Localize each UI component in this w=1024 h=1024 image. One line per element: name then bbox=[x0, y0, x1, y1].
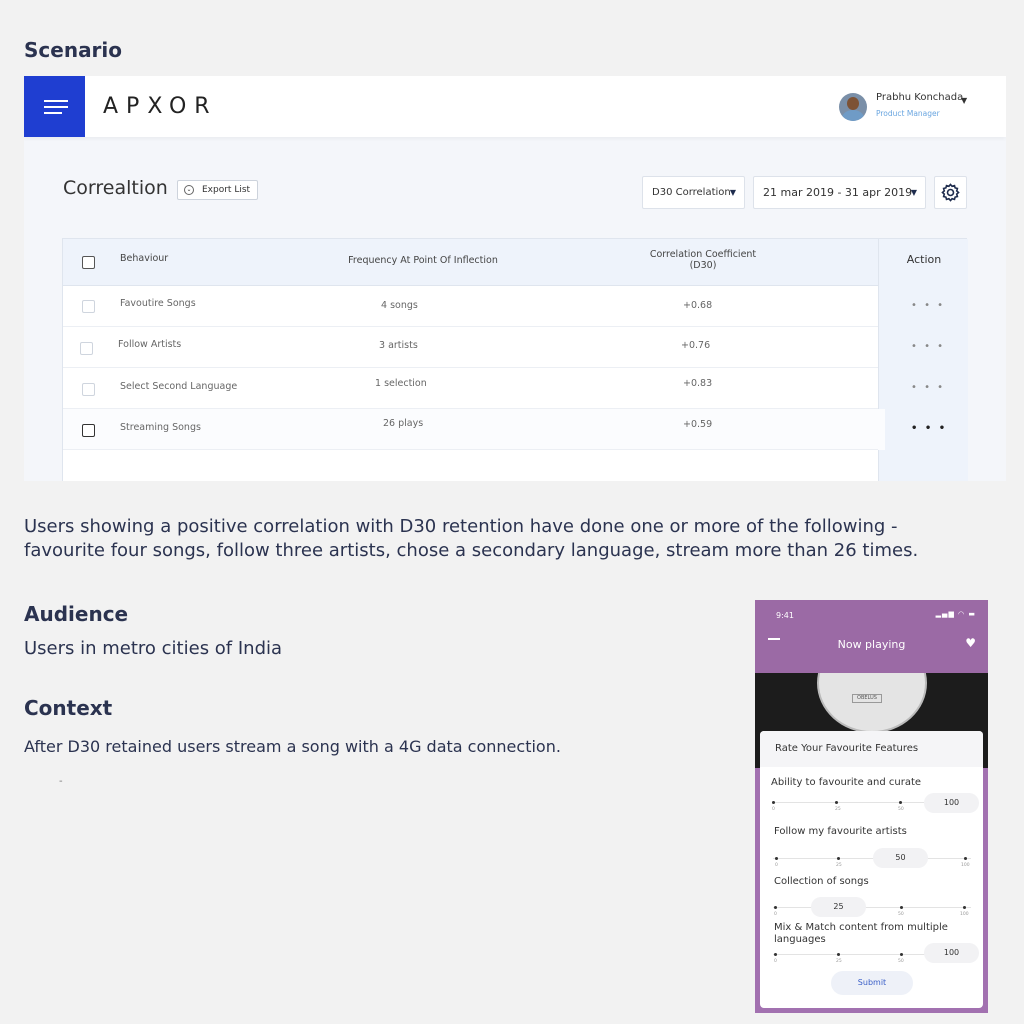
dashboard-screenshot: APXOR Prabhu Konchada Product Manager ▼ … bbox=[24, 76, 1006, 481]
menu-icon-line bbox=[44, 100, 68, 102]
table-row[interactable]: Streaming Songs 26 plays +0.59 bbox=[63, 409, 968, 450]
audience-text: Users in metro cities of India bbox=[24, 638, 283, 659]
summary-text-line2: favourite four songs, follow three artis… bbox=[24, 540, 919, 561]
menu-icon-line bbox=[44, 106, 68, 108]
slider-thumb[interactable]: 100 bbox=[924, 943, 979, 963]
slider-label: Collection of songs bbox=[774, 876, 869, 887]
row-checkbox[interactable] bbox=[82, 383, 95, 396]
scenario-heading: Scenario bbox=[24, 38, 123, 62]
header-frequency: Frequency At Point Of Inflection bbox=[348, 255, 498, 266]
slider-track[interactable] bbox=[773, 907, 971, 908]
user-name[interactable]: Prabhu Konchada bbox=[876, 92, 963, 103]
date-range-select[interactable]: 21 mar 2019 - 31 apr 2019 ▼ bbox=[753, 176, 926, 209]
header-coefficient: Correlation Coefficient (D30) bbox=[649, 249, 757, 271]
settings-button[interactable] bbox=[934, 176, 967, 209]
row-actions-icon[interactable]: • • • bbox=[911, 341, 945, 352]
rating-card-title: Rate Your Favourite Features bbox=[760, 731, 983, 767]
chevron-down-icon: ⌄ bbox=[184, 185, 194, 195]
context-heading: Context bbox=[24, 696, 113, 720]
action-column: Action • • • • • • • • • • • • bbox=[878, 239, 968, 481]
context-text: After D30 retained users stream a song w… bbox=[24, 737, 561, 756]
summary-text-line1: Users showing a positive correlation wit… bbox=[24, 516, 898, 537]
slider-thumb[interactable]: 25 bbox=[811, 897, 866, 917]
table-row[interactable]: Favoutire Songs 4 songs +0.68 bbox=[63, 286, 968, 327]
export-list-button[interactable]: ⌄ Export List bbox=[177, 180, 258, 200]
menu-button[interactable] bbox=[24, 76, 85, 137]
gear-icon bbox=[941, 183, 960, 202]
audience-heading: Audience bbox=[24, 602, 129, 626]
correlation-table: Behaviour Frequency At Point Of Inflecti… bbox=[62, 238, 968, 481]
row-actions-icon[interactable]: • • • bbox=[911, 423, 947, 434]
submit-button[interactable]: Submit bbox=[831, 971, 913, 995]
row-checkbox[interactable] bbox=[82, 300, 95, 313]
caret-down-icon: ▼ bbox=[729, 188, 736, 197]
table-row[interactable]: Follow Artists 3 artists +0.76 bbox=[63, 327, 968, 368]
slider-thumb[interactable]: 50 bbox=[873, 848, 928, 868]
slider-label: Follow my favourite artists bbox=[774, 826, 907, 837]
slider-label: Ability to favourite and curate bbox=[771, 777, 922, 788]
table-header: Behaviour Frequency At Point Of Inflecti… bbox=[63, 239, 968, 286]
select-all-checkbox[interactable] bbox=[82, 256, 95, 269]
rating-card bbox=[760, 731, 983, 1008]
caret-down-icon: ▼ bbox=[910, 188, 917, 197]
row-checkbox[interactable] bbox=[80, 342, 93, 355]
avatar[interactable] bbox=[839, 93, 867, 121]
phone-mockup: 9:41 ▂▄▆ ◠ ▬ Now playing ♥ OBELUS Rate Y… bbox=[755, 600, 988, 1013]
phone-time: 9:41 bbox=[776, 611, 794, 620]
row-actions-icon[interactable]: • • • bbox=[911, 382, 945, 393]
table-row[interactable]: Select Second Language 1 selection +0.83 bbox=[63, 368, 968, 409]
signal-wifi-battery-icon: ▂▄▆ ◠ ▬ bbox=[935, 610, 976, 618]
user-role: Product Manager bbox=[876, 109, 940, 118]
user-dropdown-icon[interactable]: ▼ bbox=[961, 96, 967, 105]
menu-icon-line bbox=[44, 112, 62, 114]
apxor-logo: APXOR bbox=[103, 94, 218, 119]
stray-mark: - bbox=[59, 776, 63, 787]
slider-track[interactable] bbox=[773, 858, 971, 859]
page-title: Correaltion bbox=[63, 177, 168, 199]
top-bar: APXOR Prabhu Konchada Product Manager ▼ bbox=[24, 76, 1006, 137]
heart-icon[interactable]: ♥ bbox=[965, 636, 976, 650]
slider-thumb[interactable]: 100 bbox=[924, 793, 979, 813]
header-action: Action bbox=[906, 253, 942, 266]
header-behaviour: Behaviour bbox=[120, 253, 169, 264]
metric-select[interactable]: D30 Correlation ▼ bbox=[642, 176, 745, 209]
row-checkbox[interactable] bbox=[82, 424, 95, 437]
slider-label: Mix & Match content from multiple langua… bbox=[774, 922, 948, 945]
row-actions-icon[interactable]: • • • bbox=[911, 300, 945, 311]
now-playing-title: Now playing bbox=[837, 638, 906, 651]
record-label-text: OBELUS bbox=[852, 694, 882, 703]
